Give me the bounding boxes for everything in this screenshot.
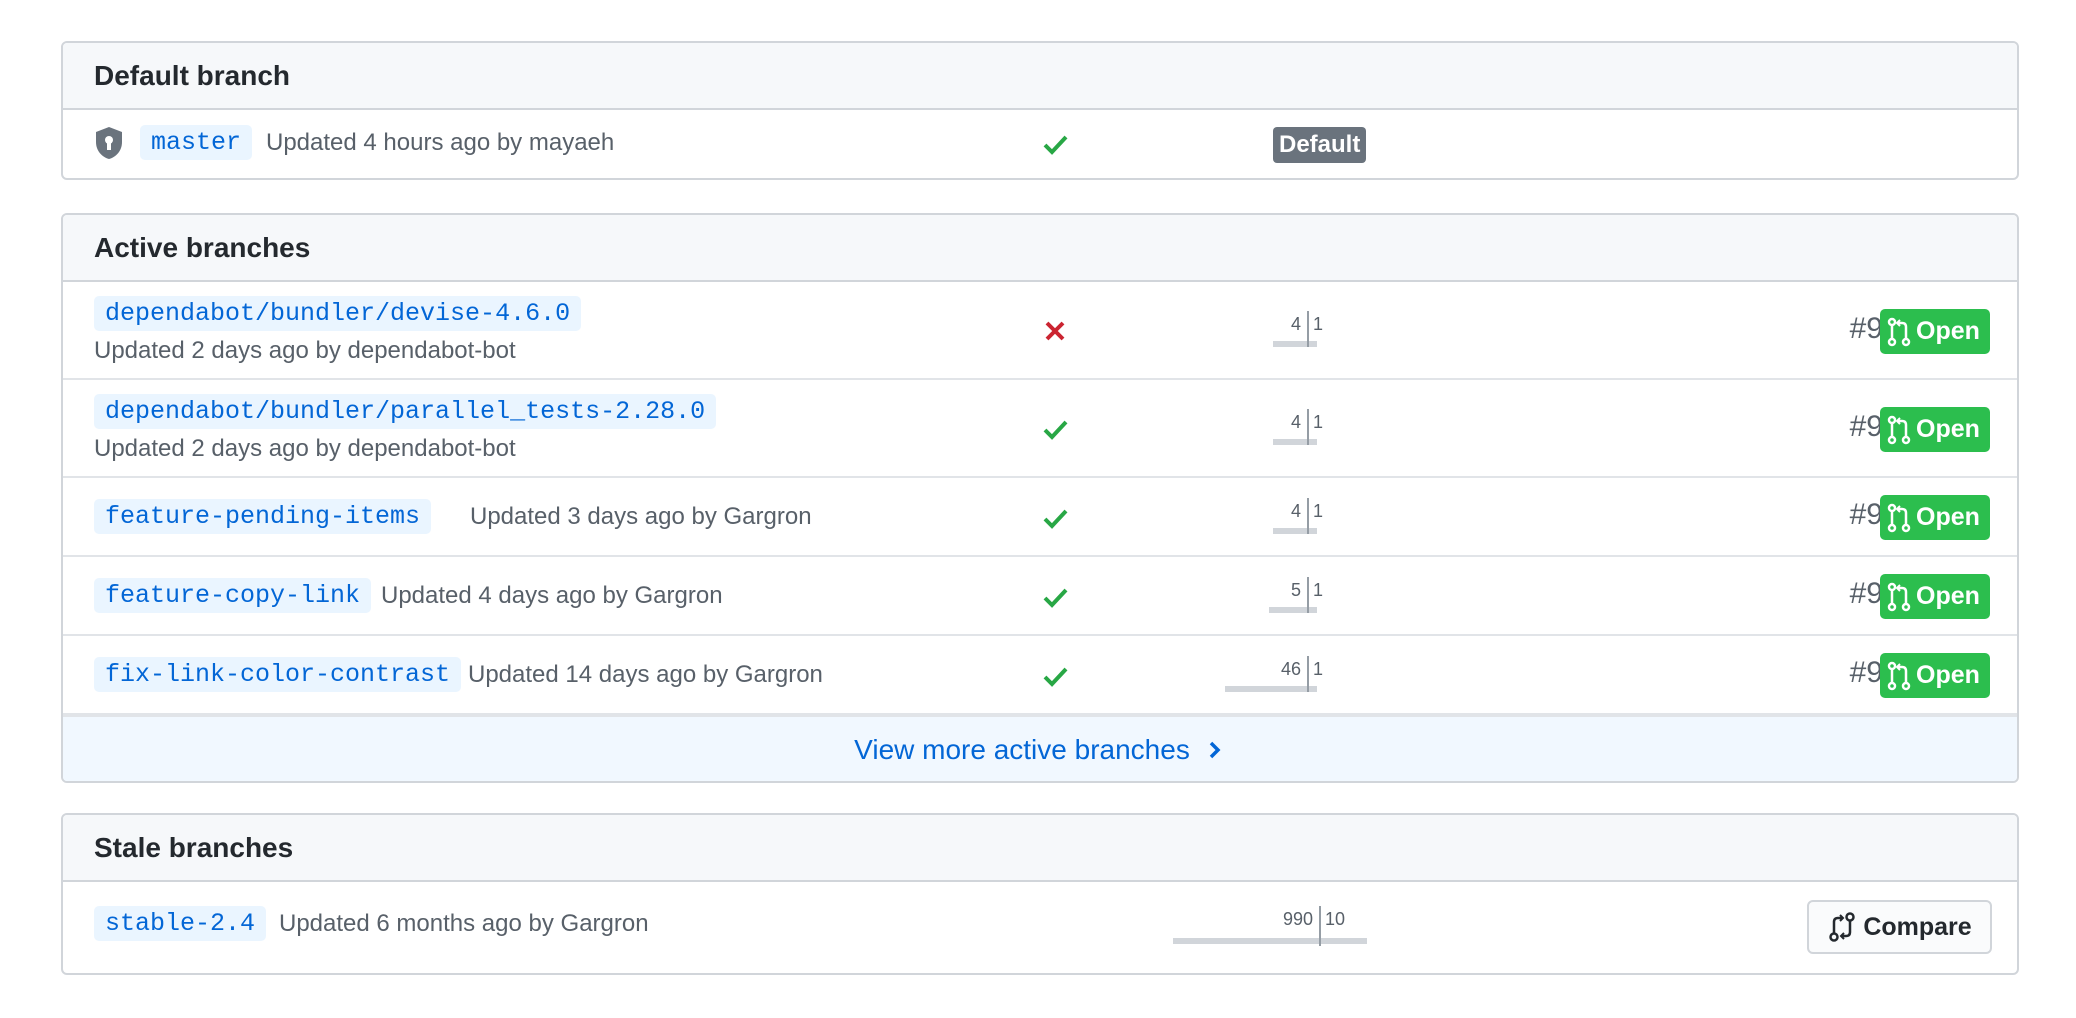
pr-state-label: Open (1916, 582, 1980, 610)
behind-bar (1173, 938, 1319, 944)
branch-row: feature-pending-items Updated 3 days ago… (63, 478, 2017, 557)
branch-name-link[interactable]: feature-pending-items (94, 499, 432, 534)
branch-meta: Updated 6 months ago by Gargron (279, 910, 649, 937)
branch-row: stable-2.4 Updated 6 months ago by Gargr… (63, 882, 2017, 973)
ahead-count: 10 (1325, 909, 1346, 929)
branch-row: feature-copy-link Updated 4 days ago by … (63, 557, 2017, 636)
branch-meta: Updated 2 days ago by dependabot-bot (94, 337, 516, 364)
pr-open-badge[interactable]: Open (1880, 653, 1990, 698)
check-icon[interactable] (1040, 129, 1070, 159)
ahead-behind-graph[interactable]: 4 1 (1273, 498, 1507, 546)
check-icon[interactable] (1040, 503, 1070, 533)
default-branch-header: Default branch (63, 43, 2017, 110)
view-more-label: View more active branches (854, 733, 1190, 765)
behind-bar (1225, 686, 1307, 692)
ahead-behind-graph[interactable]: 5 1 (1269, 577, 1507, 625)
ahead-count: 1 (1313, 412, 1324, 432)
behind-bar (1273, 528, 1307, 534)
behind-bar (1269, 607, 1307, 613)
pr-state-label: Open (1916, 661, 1980, 689)
branch-row: fix-link-color-contrast Updated 14 days … (63, 636, 2017, 715)
pr-open-badge[interactable]: Open (1880, 495, 1990, 540)
git-pull-request-icon (1887, 317, 1911, 346)
x-icon[interactable] (1040, 316, 1070, 346)
ahead-behind-graph[interactable]: 46 1 (1225, 656, 1507, 704)
git-pull-request-icon (1887, 582, 1911, 611)
check-icon[interactable] (1040, 414, 1070, 444)
ahead-bar (1309, 607, 1317, 613)
pr-state-label: Open (1916, 415, 1980, 443)
ahead-behind-graph[interactable]: 990 10 (1173, 906, 1519, 954)
behind-bar (1273, 341, 1307, 347)
branch-name-link[interactable]: feature-copy-link (94, 578, 372, 613)
branch-name-link[interactable]: stable-2.4 (94, 906, 267, 941)
ahead-bar (1309, 686, 1317, 692)
check-icon[interactable] (1040, 661, 1070, 691)
compare-button[interactable]: Compare (1807, 900, 1992, 954)
pr-state-label: Open (1916, 317, 1980, 345)
git-pull-request-icon (1887, 661, 1911, 690)
default-badge: Default (1273, 127, 1367, 163)
default-branch-row: master Updated 4 hours ago by mayaeh Def… (63, 110, 2017, 178)
ahead-bar (1309, 439, 1317, 445)
git-pull-request-icon (1887, 503, 1911, 532)
ahead-behind-graph[interactable]: 4 1 (1273, 311, 1507, 359)
compare-label: Compare (1863, 912, 1972, 941)
behind-count: 4 (1290, 412, 1301, 432)
ahead-count: 1 (1313, 314, 1324, 334)
stale-branches-header: Stale branches (63, 815, 2017, 882)
ahead-bar (1309, 528, 1317, 534)
branch-meta: Updated 14 days ago by Gargron (468, 661, 823, 688)
default-branch-box: Default branch master Updated 4 hours ag… (61, 41, 2019, 180)
behind-count: 4 (1290, 501, 1301, 521)
branch-meta: Updated 4 days ago by Gargron (381, 582, 723, 609)
branch-row: dependabot/bundler/devise-4.6.0 Updated … (63, 282, 2017, 380)
branch-meta: Updated 2 days ago by dependabot-bot (94, 435, 516, 462)
git-pull-request-icon (1887, 415, 1911, 444)
shield-lock-icon (94, 126, 124, 165)
view-more-active-branches-link[interactable]: View more active branches (63, 715, 2017, 781)
stale-branches-box: Stale branches stable-2.4 Updated 6 mont… (61, 813, 2019, 975)
pr-open-badge[interactable]: Open (1880, 309, 1990, 354)
ahead-count: 1 (1313, 501, 1324, 521)
active-branches-box: Active branches dependabot/bundler/devis… (61, 213, 2019, 783)
active-branches-header: Active branches (63, 215, 2017, 282)
behind-bar (1273, 439, 1307, 445)
branch-meta: Updated 3 days ago by Gargron (470, 503, 812, 530)
ahead-count: 1 (1313, 659, 1324, 679)
pr-open-badge[interactable]: Open (1880, 407, 1990, 452)
check-icon[interactable] (1040, 582, 1070, 612)
behind-count: 990 (1282, 909, 1313, 929)
behind-count: 46 (1280, 659, 1301, 679)
branch-name-link[interactable]: master (140, 125, 253, 160)
ahead-behind-graph[interactable]: 4 1 (1273, 409, 1507, 457)
behind-count: 5 (1290, 580, 1301, 600)
pr-state-label: Open (1916, 503, 1980, 531)
chevron-right-icon (1209, 741, 1221, 758)
branch-row: dependabot/bundler/parallel_tests-2.28.0… (63, 380, 2017, 478)
ahead-count: 1 (1313, 580, 1324, 600)
git-compare-icon (1829, 912, 1856, 942)
branch-name-link[interactable]: dependabot/bundler/parallel_tests-2.28.0 (94, 394, 717, 429)
ahead-bar (1321, 938, 1367, 944)
branch-meta: Updated 4 hours ago by mayaeh (266, 129, 615, 156)
ahead-bar (1309, 341, 1317, 347)
behind-count: 4 (1290, 314, 1301, 334)
branch-name-link[interactable]: dependabot/bundler/devise-4.6.0 (94, 296, 582, 331)
branch-name-link[interactable]: fix-link-color-contrast (94, 657, 462, 692)
pr-open-badge[interactable]: Open (1880, 574, 1990, 619)
